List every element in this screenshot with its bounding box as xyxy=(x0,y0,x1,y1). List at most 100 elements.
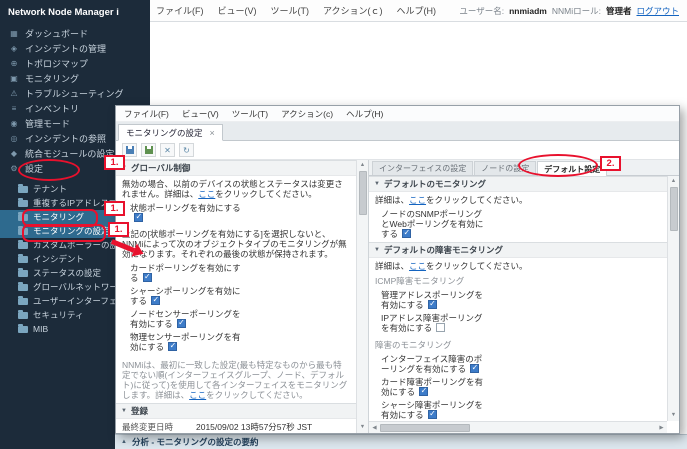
inventory-icon: ≡ xyxy=(8,104,20,113)
folder-icon xyxy=(18,326,28,333)
scroll-up-icon[interactable]: ▲ xyxy=(357,160,368,171)
checkbox-label: 状態ポーリングを有効にする xyxy=(130,203,241,213)
menu-tools[interactable]: ツール(T) xyxy=(271,4,310,17)
scroll-down-icon[interactable]: ▼ xyxy=(668,410,679,421)
scroll-thumb[interactable] xyxy=(670,187,678,231)
section-global-control[interactable]: ▼ グローバル制御 xyxy=(116,160,356,176)
here-link[interactable]: ここ xyxy=(198,189,215,199)
state-polling-checkbox[interactable] xyxy=(134,213,143,222)
description-text: をクリックしてください。 xyxy=(215,189,317,199)
delete-button[interactable]: ✕ xyxy=(160,143,175,157)
screen: Network Node Manager i ▦ ダッシュボード ◈ インシデン… xyxy=(0,0,687,449)
logout-link[interactable]: ログアウト xyxy=(636,5,679,17)
dialog-menu-help[interactable]: ヘルプ(H) xyxy=(346,108,383,120)
annotation-circle-configuration xyxy=(18,159,80,181)
sidebar-item-troubleshooting[interactable]: ⚠ トラブルシューティング xyxy=(0,86,150,101)
topology-icon: ⊕ xyxy=(8,59,20,68)
card-fault-polling-checkbox[interactable] xyxy=(419,387,428,396)
section-registration[interactable]: ▼ 登録 xyxy=(116,403,356,419)
menu-actions[interactable]: アクション(ｃ) xyxy=(323,4,383,17)
detail-text: をクリックしてください。 xyxy=(426,195,528,205)
tree-item-label: インシデント xyxy=(33,253,84,265)
last-modified-value: 2015/09/02 13時57分57秒 JST xyxy=(196,422,312,432)
chassis-polling-checkbox[interactable] xyxy=(151,296,160,305)
last-modified-row: 最終変更日時 2015/09/02 13時57分57秒 JST xyxy=(116,419,356,433)
collapse-icon: ▼ xyxy=(121,406,127,416)
snmp-web-polling-row: ノードのSNMPポーリングとWebポーリングを有効にする xyxy=(381,209,486,239)
save-and-close-button[interactable] xyxy=(141,143,156,157)
dialog-tabbar: モニタリングの設定 × xyxy=(116,122,679,141)
section-default-monitoring[interactable]: ▼ デフォルトのモニタリング xyxy=(369,176,667,192)
tab-close-icon[interactable]: × xyxy=(210,128,215,138)
here-link[interactable]: ここ xyxy=(409,195,426,205)
snmp-web-polling-checkbox[interactable] xyxy=(402,229,411,238)
annotation-circle-default-settings xyxy=(518,154,598,177)
role-label: NNMiロール: xyxy=(552,5,601,17)
note-text: をクリックしてください。 xyxy=(206,390,308,400)
section-default-fault-monitoring[interactable]: ▼ デフォルトの障害モニタリング xyxy=(369,242,667,258)
node-sensor-polling-checkbox[interactable] xyxy=(177,319,186,328)
app-title: Network Node Manager i xyxy=(0,0,150,26)
physical-sensor-polling-checkbox[interactable] xyxy=(168,342,177,351)
tab-label: モニタリングの設定 xyxy=(126,127,203,139)
tab-interface-settings[interactable]: インターフェイスの設定 xyxy=(372,161,473,175)
menu-file[interactable]: ファイル(F) xyxy=(156,4,204,17)
interface-fault-polling-checkbox[interactable] xyxy=(470,364,479,373)
scroll-thumb[interactable] xyxy=(380,424,470,432)
sidebar-item-label: トラブルシューティング xyxy=(25,87,123,100)
management-address-polling-checkbox[interactable] xyxy=(428,300,437,309)
dialog-menu-actions[interactable]: アクション(c) xyxy=(281,108,333,120)
save-icon xyxy=(126,146,134,154)
card-fault-polling-row: カード障害ポーリングを有効にする xyxy=(381,377,486,397)
scroll-left-icon[interactable]: ◀ xyxy=(369,422,380,433)
sidebar-item-label: インシデントの管理 xyxy=(25,42,106,55)
refresh-button[interactable]: ↻ xyxy=(179,143,194,157)
user-name-label: ユーザー名: xyxy=(459,5,504,17)
role-value: 管理者 xyxy=(606,5,632,17)
icmp-fault-group-label: ICMP障害モニタリング xyxy=(369,272,667,287)
right-pane-scrollbar[interactable]: ▲ ▼ xyxy=(667,176,679,421)
dialog-body: ▼ グローバル制御 無効の場合、以前のデバイスの状態とステータスは変更されません… xyxy=(116,160,679,433)
dialog-menu-view[interactable]: ビュー(V) xyxy=(182,108,219,120)
dialog-menu-tools[interactable]: ツール(T) xyxy=(232,108,268,120)
tab-monitoring-configuration[interactable]: モニタリングの設定 × xyxy=(118,124,223,141)
detail-text: をクリックしてください。 xyxy=(426,261,528,271)
user-name-value: nnmiadm xyxy=(509,6,547,16)
menu-view[interactable]: ビュー(V) xyxy=(218,4,257,17)
sidebar-item-dashboard[interactable]: ▦ ダッシュボード xyxy=(0,26,150,41)
menu-help[interactable]: ヘルプ(H) xyxy=(397,4,437,17)
ip-address-fault-polling-checkbox[interactable] xyxy=(436,323,445,332)
interface-fault-polling-row: インターフェイス障害のポーリングを有効にする xyxy=(381,354,486,374)
management-address-polling-row: 管理アドレスポーリングを有効にする xyxy=(381,290,486,310)
dashboard-icon: ▦ xyxy=(8,29,20,38)
sidebar-item-label: 管理モード xyxy=(25,117,70,130)
warning-icon: ⚠ xyxy=(8,89,20,98)
scroll-right-icon[interactable]: ▶ xyxy=(656,422,667,433)
polling-warning-text: 上記の[状態ポーリングを有効にする]を選択しないと、NNMiによって次のオブジェ… xyxy=(116,226,356,260)
folder-icon xyxy=(18,256,28,263)
checkbox-label: シャーシポーリングを有効にする xyxy=(130,286,240,306)
node-sensor-polling-row: ノードセンサーポーリングを有効にする xyxy=(130,309,242,329)
dialog-menu-file[interactable]: ファイル(F) xyxy=(124,108,169,120)
right-pane-hscrollbar[interactable]: ◀ ▶ xyxy=(369,421,667,433)
card-polling-row: カードポーリングを有効にする xyxy=(130,263,242,283)
annotation-step1-configuration: 1. xyxy=(104,155,125,170)
card-polling-checkbox[interactable] xyxy=(143,273,152,282)
scroll-up-icon[interactable]: ▲ xyxy=(668,176,679,187)
sidebar-item-monitoring[interactable]: ▣ モニタリング xyxy=(0,71,150,86)
chassis-fault-polling-checkbox[interactable] xyxy=(428,410,437,419)
left-pane-scrollbar[interactable]: ▲ ▼ xyxy=(356,160,368,433)
default-settings-content: ▼ デフォルトのモニタリング 詳細は、ここをクリックしてください。 ノードのSN… xyxy=(369,176,667,421)
sidebar-item-incident-management[interactable]: ◈ インシデントの管理 xyxy=(0,41,150,56)
here-link[interactable]: ここ xyxy=(189,390,206,400)
here-link[interactable]: ここ xyxy=(409,261,426,271)
last-modified-label: 最終変更日時 xyxy=(122,422,186,432)
annotation-step1-monitoring: 1. xyxy=(104,201,125,216)
section-title: 登録 xyxy=(131,406,148,416)
scroll-down-icon[interactable]: ▼ xyxy=(357,422,368,433)
scroll-thumb[interactable] xyxy=(359,171,367,215)
analysis-panel-header[interactable]: ▲ 分析 - モニタリングの設定の要約 xyxy=(115,434,687,449)
global-controls-content: ▼ グローバル制御 無効の場合、以前のデバイスの状態とステータスは変更されません… xyxy=(116,160,356,433)
incident-browse-icon: ◎ xyxy=(8,134,20,143)
sidebar-item-topology-map[interactable]: ⊕ トポロジマップ xyxy=(0,56,150,71)
